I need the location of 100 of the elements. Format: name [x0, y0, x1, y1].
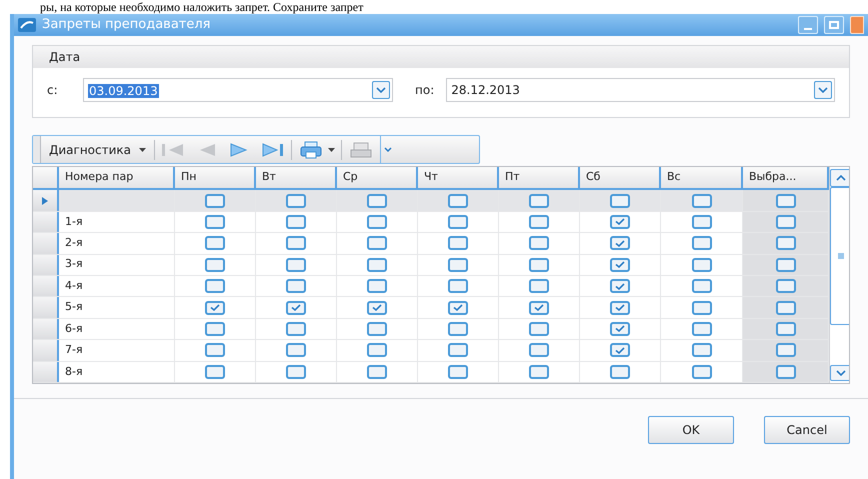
- checkbox[interactable]: [692, 364, 712, 379]
- checkbox[interactable]: [286, 364, 306, 379]
- checkbox[interactable]: [776, 279, 796, 294]
- table-row[interactable]: 3-я: [33, 254, 829, 276]
- checkbox[interactable]: [529, 194, 549, 208]
- checkbox[interactable]: [610, 214, 630, 229]
- checkbox[interactable]: [610, 300, 630, 315]
- checkbox[interactable]: [205, 279, 225, 294]
- caret-icon[interactable]: [328, 148, 336, 152]
- table-row[interactable]: 8-я: [33, 362, 829, 383]
- checkbox[interactable]: [776, 300, 796, 315]
- printer-icon[interactable]: [300, 140, 322, 158]
- table-row[interactable]: 6-я: [33, 318, 829, 340]
- checkbox[interactable]: [610, 194, 630, 208]
- checkbox[interactable]: [286, 343, 306, 358]
- checkbox[interactable]: [610, 279, 630, 294]
- table-row[interactable]: [33, 190, 829, 212]
- checkbox[interactable]: [610, 364, 630, 379]
- checkbox[interactable]: [692, 300, 712, 315]
- checkbox[interactable]: [205, 194, 225, 208]
- checkbox[interactable]: [367, 279, 387, 294]
- checkbox[interactable]: [610, 258, 630, 272]
- checkbox[interactable]: [692, 236, 712, 250]
- checkbox[interactable]: [610, 343, 630, 358]
- next-record-icon[interactable]: [229, 142, 250, 158]
- table-row[interactable]: 7-я: [33, 340, 829, 362]
- checkbox[interactable]: [448, 214, 468, 229]
- table-row[interactable]: 2-я: [33, 233, 829, 255]
- checkbox[interactable]: [205, 300, 225, 315]
- toolbar-grip[interactable]: [33, 136, 41, 163]
- column-header[interactable]: Пт: [499, 167, 580, 188]
- toolbar-overflow-button[interactable]: [380, 136, 394, 163]
- checkbox[interactable]: [529, 279, 549, 294]
- dropdown-button[interactable]: [814, 81, 832, 99]
- checkbox[interactable]: [286, 322, 306, 336]
- checkbox[interactable]: [286, 300, 306, 315]
- checkbox[interactable]: [610, 236, 630, 250]
- checkbox[interactable]: [776, 214, 796, 229]
- column-header[interactable]: Номера пар: [59, 167, 175, 188]
- checkbox[interactable]: [529, 300, 549, 315]
- table-row[interactable]: 4-я: [33, 276, 829, 298]
- table-row[interactable]: 5-я: [33, 297, 829, 319]
- column-header[interactable]: Вт: [256, 167, 337, 188]
- checkbox[interactable]: [776, 322, 796, 336]
- checkbox[interactable]: [529, 364, 549, 379]
- checkbox[interactable]: [692, 322, 712, 336]
- checkbox[interactable]: [367, 300, 387, 315]
- checkbox[interactable]: [692, 214, 712, 229]
- checkbox[interactable]: [776, 194, 796, 208]
- checkbox[interactable]: [286, 279, 306, 294]
- checkbox[interactable]: [776, 236, 796, 250]
- checkbox[interactable]: [367, 236, 387, 250]
- checkbox[interactable]: [692, 194, 712, 208]
- close-button[interactable]: [850, 16, 864, 34]
- checkbox[interactable]: [610, 322, 630, 336]
- table-row[interactable]: 1-я: [33, 212, 829, 234]
- column-header[interactable]: Сб: [580, 167, 661, 188]
- checkbox[interactable]: [205, 214, 225, 229]
- checkbox[interactable]: [367, 258, 387, 272]
- column-header[interactable]: Чт: [418, 167, 499, 188]
- minimize-button[interactable]: [798, 16, 818, 34]
- checkbox[interactable]: [367, 194, 387, 208]
- checkbox[interactable]: [367, 214, 387, 229]
- dialog-button[interactable]: OK: [648, 416, 734, 444]
- date-field[interactable]: 28.12.2013: [446, 78, 835, 102]
- checkbox[interactable]: [205, 258, 225, 272]
- diagnostics-menu-button[interactable]: Диагностика: [41, 140, 154, 158]
- checkbox[interactable]: [529, 322, 549, 336]
- vertical-scrollbar[interactable]: [829, 167, 849, 383]
- checkbox[interactable]: [529, 343, 549, 358]
- checkbox[interactable]: [529, 236, 549, 250]
- checkbox[interactable]: [529, 258, 549, 272]
- column-header[interactable]: Вс: [661, 167, 743, 188]
- checkbox[interactable]: [205, 343, 225, 358]
- column-header[interactable]: Пн: [175, 167, 256, 188]
- checkbox[interactable]: [286, 258, 306, 272]
- checkbox[interactable]: [367, 343, 387, 358]
- checkbox[interactable]: [448, 322, 468, 336]
- checkbox[interactable]: [205, 364, 225, 379]
- checkbox[interactable]: [286, 214, 306, 229]
- checkbox[interactable]: [776, 364, 796, 379]
- maximize-button[interactable]: [824, 16, 844, 34]
- last-record-icon[interactable]: [261, 142, 286, 158]
- checkbox[interactable]: [448, 279, 468, 294]
- checkbox[interactable]: [286, 236, 306, 250]
- scroll-up-button[interactable]: [830, 169, 849, 187]
- dropdown-button[interactable]: [372, 81, 390, 99]
- dialog-button[interactable]: Cancel: [764, 416, 850, 444]
- checkbox[interactable]: [367, 322, 387, 336]
- checkbox[interactable]: [529, 214, 549, 229]
- checkbox[interactable]: [448, 258, 468, 272]
- checkbox[interactable]: [448, 300, 468, 315]
- checkbox[interactable]: [448, 364, 468, 379]
- scroll-thumb[interactable]: [830, 187, 849, 325]
- checkbox[interactable]: [367, 364, 387, 379]
- checkbox[interactable]: [286, 194, 306, 208]
- scroll-down-button[interactable]: [830, 365, 849, 381]
- column-header[interactable]: Ср: [337, 167, 418, 188]
- checkbox[interactable]: [692, 258, 712, 272]
- checkbox[interactable]: [205, 322, 225, 336]
